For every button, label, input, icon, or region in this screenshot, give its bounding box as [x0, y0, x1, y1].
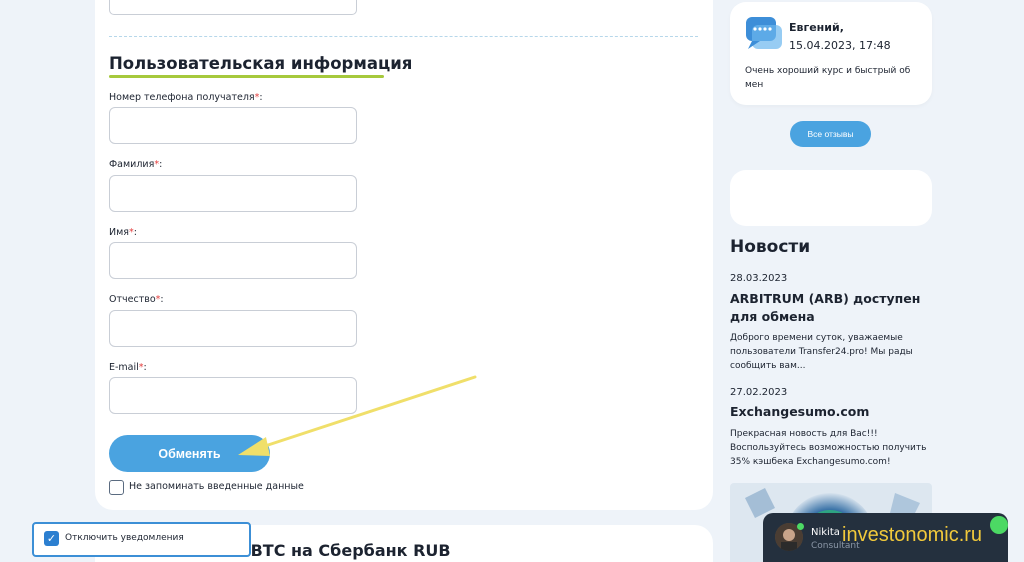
news-title-link[interactable]: ARBITRUM (ARB) доступен для обмена [730, 290, 935, 326]
news-text: Доброго времени суток, уважаемые пользов… [730, 333, 913, 371]
review-text: Очень хороший курс и быстрый об мен [745, 66, 911, 90]
news-title-link[interactable]: Exchangesumo.com [730, 403, 935, 421]
review-author: Евгений, [789, 21, 844, 34]
consultant-name: Nikita [811, 527, 840, 538]
online-status-dot [797, 523, 804, 530]
news-heading: Новости [730, 237, 811, 257]
watermark-text: investonomic.ru [842, 524, 983, 546]
news-date: 28.03.2023 [730, 273, 788, 284]
all-reviews-button[interactable]: Все отзывы [790, 121, 871, 147]
news-text: Прекрасная новость для Вас!!! Воспользуй… [730, 429, 927, 467]
notifications-label: Отключить уведомления [65, 533, 184, 543]
review-date: 15.04.2023, 17:48 [789, 39, 891, 52]
news-date: 27.02.2023 [730, 387, 788, 398]
notifications-checkbox[interactable]: ✓ [44, 531, 59, 546]
chat-bubble-icon [746, 17, 782, 49]
chat-status-indicator [990, 516, 1008, 534]
sidebar-empty-card [730, 170, 932, 226]
